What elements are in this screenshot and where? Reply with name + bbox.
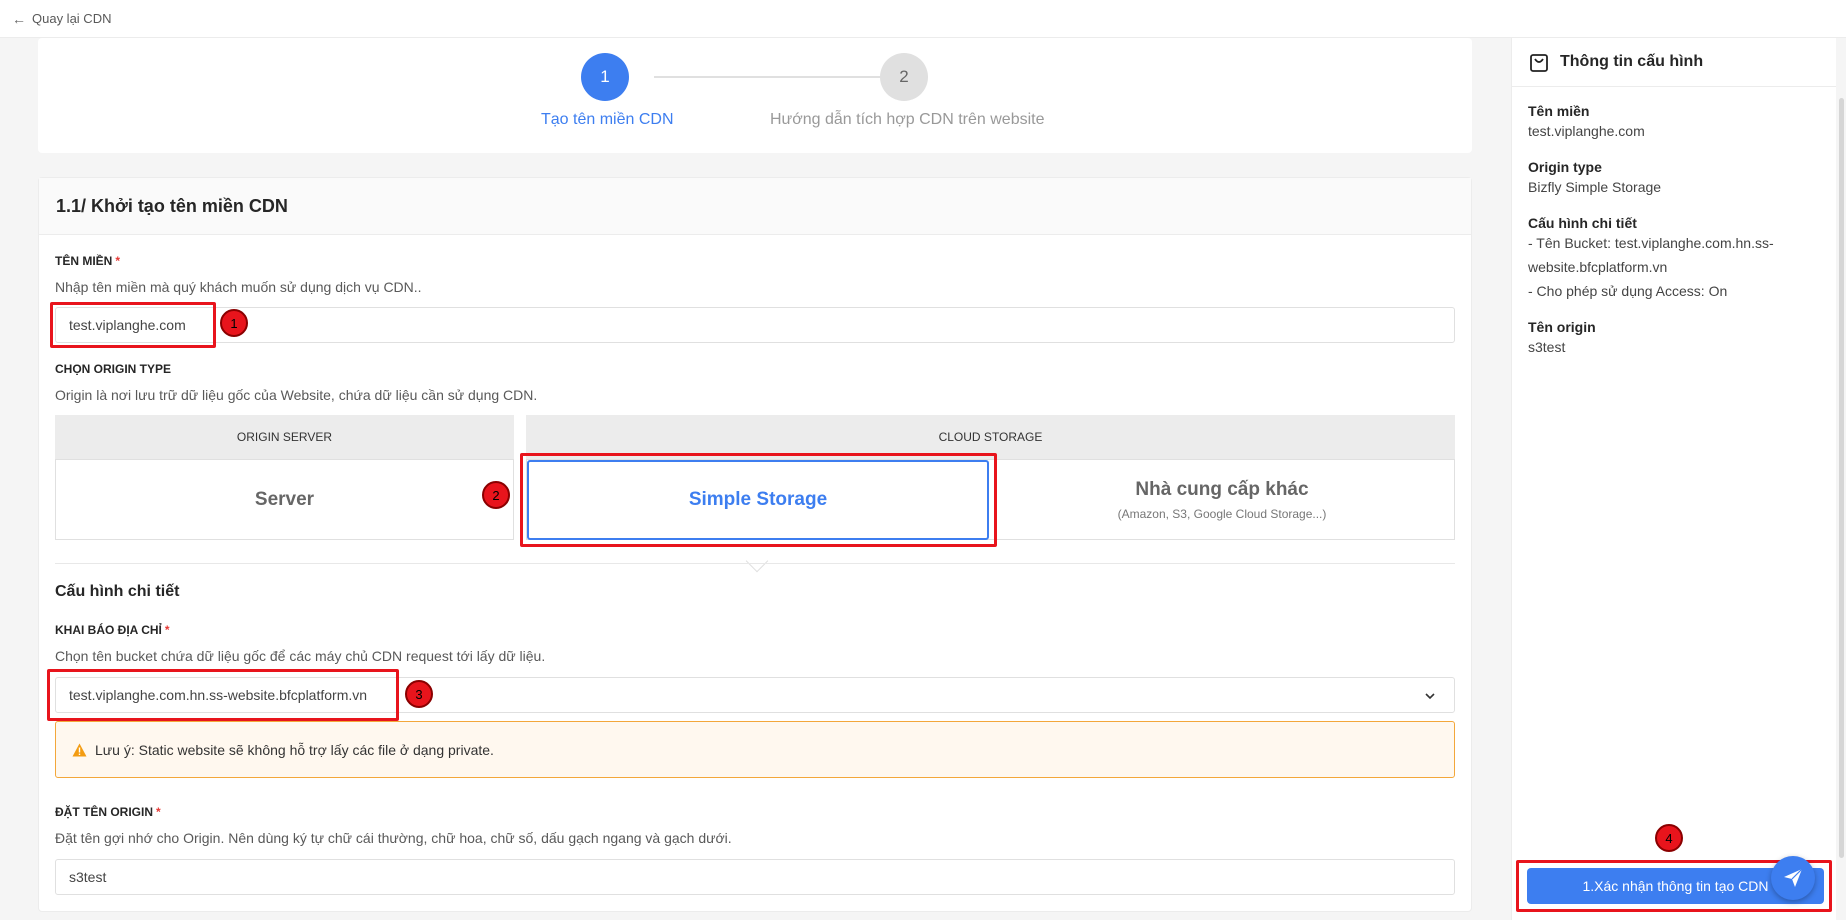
annotation-marker-3: 3 [405,680,433,708]
config-summary-panel: Thông tin cấu hình Tên miền test.viplang… [1511,38,1836,920]
summary-detail-label: Cấu hình chi tiết [1528,215,1637,231]
warning-icon [72,743,87,756]
back-link[interactable]: Quay lại CDN [32,11,111,26]
option-other-provider[interactable]: Nhà cung cấp khác (Amazon, S3, Google Cl… [990,459,1454,540]
summary-origin-type-value: Bizfly Simple Storage [1528,179,1662,195]
domain-input[interactable]: test.viplanghe.com [55,307,1455,343]
warning-text: Lưu ý: Static website sẽ không hỗ trợ lấ… [95,741,494,758]
annotation-box-1 [50,302,216,348]
option-other-title: Nhà cung cấp khác [1135,478,1309,500]
support-chat-button[interactable] [1771,856,1815,900]
annotation-marker-1: 1 [220,309,248,337]
origin-type-description: Origin là nơi lưu trữ dữ liệu gốc của We… [55,387,538,403]
summary-bucket-line-cont: website.bfcplatform.vn [1528,259,1668,275]
address-description: Chọn tên bucket chứa dữ liệu gốc để các … [55,648,546,664]
summary-origin-name-label: Tên origin [1528,319,1596,335]
domain-description: Nhập tên miền mà quý khách muốn sử dụng … [55,279,422,295]
step-2-circle: 2 [880,53,928,101]
option-server-label: Server [254,488,315,510]
step-1-label: Tạo tên miền CDN [541,111,674,128]
static-website-warning: Lưu ý: Static website sẽ không hỗ trợ lấ… [55,721,1455,778]
address-label: KHAI BÁO ĐỊA CHỈ * [55,623,170,637]
origin-name-input[interactable]: s3test [55,859,1455,895]
step-2-label: Hướng dẫn tích hợp CDN trên website [770,111,1045,128]
back-arrow-icon[interactable]: ← [12,11,26,27]
section-divider [55,563,1455,564]
detail-section-title: Cấu hình chi tiết [55,583,180,600]
tab-origin-server[interactable]: ORIGIN SERVER [55,415,514,459]
panel-header: Thông tin cấu hình [1512,38,1836,87]
panel-scrollbar[interactable] [1839,98,1844,858]
step-1-circle: 1 [581,53,629,101]
annotation-box-3 [47,669,399,721]
annotation-marker-2: 2 [482,481,510,509]
step-connector [654,76,880,78]
summary-origin-name-value: s3test [1528,339,1566,355]
summary-domain-value: test.viplanghe.com [1528,123,1645,139]
summary-access-line: - Cho phép sử dụng Access: On [1528,283,1728,299]
top-bar: ← Quay lại CDN [0,0,1846,38]
annotation-box-2 [520,453,997,547]
summary-domain-label: Tên miền [1528,103,1590,119]
option-server[interactable]: Server [55,459,514,540]
summary-bucket-line: - Tên Bucket: test.viplanghe.com.hn.ss- [1528,235,1774,251]
origin-type-label: CHỌN ORIGIN TYPE [55,362,172,376]
shopping-bag-icon [1530,54,1548,72]
option-other-subtitle: (Amazon, S3, Google Cloud Storage...) [1117,506,1327,521]
origin-name-description: Đặt tên gợi nhớ cho Origin. Nên dùng ký … [55,830,732,846]
paper-plane-icon [1784,868,1803,887]
form-title: 1.1/ Khởi tạo tên miền CDN [39,178,1471,235]
stepper [38,38,1472,153]
annotation-marker-4: 4 [1655,824,1683,852]
domain-label: TÊN MIỀN * [55,254,121,268]
chevron-down-icon[interactable] [1424,691,1436,701]
summary-origin-type-label: Origin type [1528,159,1602,175]
origin-name-label: ĐẶT TÊN ORIGIN * [55,805,161,819]
panel-title: Thông tin cấu hình [1560,53,1704,70]
